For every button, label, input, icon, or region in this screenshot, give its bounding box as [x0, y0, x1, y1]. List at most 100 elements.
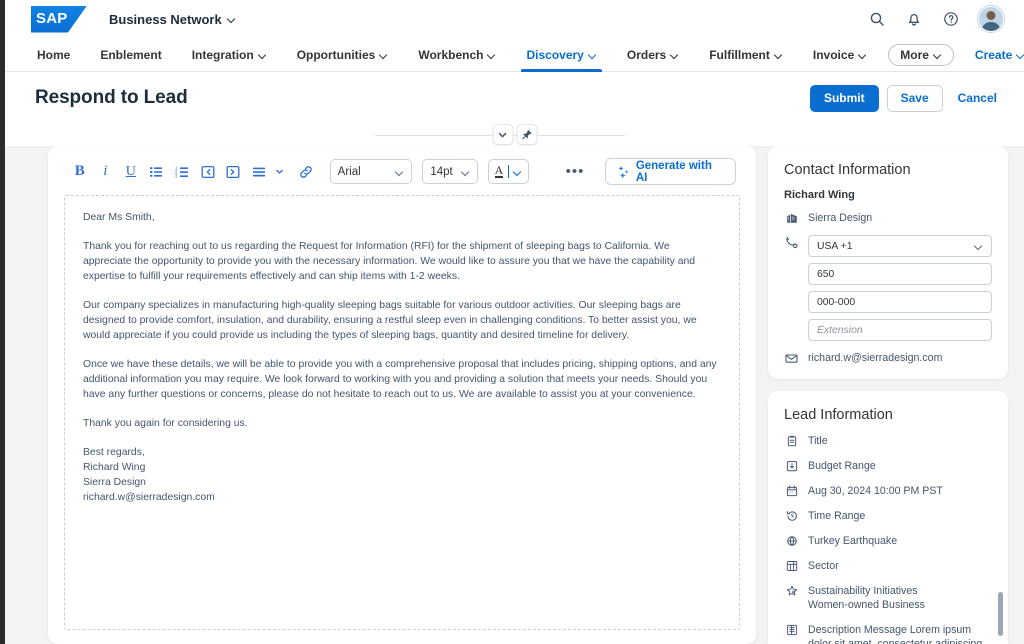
avatar-body	[981, 22, 1001, 31]
nav-item-more[interactable]: More	[888, 43, 954, 66]
top-bar-actions	[867, 6, 1004, 32]
bold-button[interactable]: B	[68, 160, 92, 184]
nav-item-enblement[interactable]: Enblement	[85, 38, 176, 71]
right-rail: Contact Information Richard Wing Sierra …	[768, 146, 1008, 644]
lead-item-text: Budget Range	[808, 460, 876, 472]
sap-logo[interactable]: SAP	[31, 5, 87, 33]
chevron-down-icon	[228, 15, 236, 23]
lead-panel-scrollbar[interactable]	[998, 592, 1003, 636]
italic-button[interactable]: i	[94, 160, 118, 184]
chevron-down-icon	[934, 51, 942, 59]
clock-history-icon	[784, 509, 799, 522]
lead-information-card: Lead Information Title Budget Range Aug …	[768, 391, 1008, 644]
search-icon[interactable]	[867, 9, 887, 29]
lead-items-list: Title Budget Range Aug 30, 2024 10:00 PM…	[784, 434, 992, 644]
collapse-header-button[interactable]	[492, 124, 513, 145]
bulleted-list-icon[interactable]	[145, 160, 169, 184]
notification-bell-icon[interactable]	[904, 9, 924, 29]
align-icon[interactable]	[247, 160, 271, 184]
chevron-down-icon	[396, 168, 404, 176]
help-icon[interactable]	[941, 9, 961, 29]
lead-item-text: Turkey Earthquake	[808, 535, 898, 547]
phone-number-input[interactable]: 000-000	[808, 291, 992, 313]
app-shell: SAP Business Network Home Enblement Inte…	[5, 0, 1024, 644]
signature-email: richard.w@sierradesign.com	[83, 492, 215, 503]
underline-button[interactable]: U	[119, 160, 143, 184]
text-color-letter: A	[494, 163, 504, 178]
globe-icon	[784, 534, 799, 547]
nav-item-orders[interactable]: Orders	[612, 38, 694, 71]
message-body-editor[interactable]: Dear Ms Smith, Thank you for reaching ou…	[64, 195, 740, 630]
signature-line-1: Best regards,	[83, 447, 145, 458]
cancel-button[interactable]: Cancel	[951, 85, 1004, 112]
nav-item-home[interactable]: Home	[31, 38, 85, 71]
nav-item-integration[interactable]: Integration	[177, 38, 282, 71]
app-name-dropdown[interactable]: Business Network	[109, 12, 236, 27]
contact-email-row: richard.w@sierradesign.com	[784, 351, 992, 365]
chevron-down-icon	[671, 51, 679, 59]
lead-item-text: Aug 30, 2024 10:00 PM PST	[808, 485, 943, 497]
nav-label: Orders	[626, 47, 667, 62]
indent-icon[interactable]	[221, 160, 245, 184]
sustainability-icon	[784, 584, 799, 597]
user-avatar[interactable]	[978, 6, 1004, 32]
contact-company: Sierra Design	[808, 212, 873, 224]
font-size-value: 14pt	[430, 165, 453, 178]
lead-item-event: Turkey Earthquake	[784, 534, 992, 548]
chevron-down-icon	[462, 168, 470, 176]
outdent-icon[interactable]	[196, 160, 220, 184]
submit-button[interactable]: Submit	[809, 84, 879, 112]
nav-item-create[interactable]: Create	[960, 38, 1024, 71]
editor-toolbar: B i U 1 2 3 Arial 14pt A ••• Generate wi…	[62, 158, 742, 195]
nav-item-discovery[interactable]: Discovery	[511, 38, 611, 72]
color-swatch	[508, 165, 510, 178]
toolbar-overflow-button[interactable]: •••	[563, 163, 587, 180]
chevron-down-icon	[514, 168, 522, 176]
nav-label: Home	[37, 47, 71, 62]
contact-phone-row: USA +1 650 000-000 Extension	[784, 235, 992, 341]
nav-label: Fulfillment	[709, 47, 770, 62]
lead-item-text: Sustainability Initiatives Women-owned B…	[808, 585, 925, 611]
body-paragraph-4: Thank you again for considering us.	[83, 418, 248, 429]
lead-item-description: Description Message Lorem ipsum dolor si…	[784, 623, 992, 644]
pin-header-button[interactable]	[516, 124, 537, 145]
chevron-down-icon	[380, 51, 388, 59]
numbered-list-icon[interactable]: 1 2 3	[170, 160, 194, 184]
nav-item-fulfillment[interactable]: Fulfillment	[694, 38, 798, 71]
lead-item-text: Description Message Lorem ipsum dolor si…	[808, 624, 983, 644]
area-code-value: 650	[817, 268, 835, 280]
nav-item-opportunities[interactable]: Opportunities	[282, 38, 404, 71]
nav-item-workbench[interactable]: Workbench	[403, 38, 511, 71]
align-dropdown-caret[interactable]	[272, 160, 286, 184]
nav-item-invoice[interactable]: Invoice	[798, 38, 882, 71]
avatar-head	[986, 11, 996, 20]
chevron-down-icon	[488, 51, 496, 59]
chevron-down-icon	[859, 51, 867, 59]
sap-logo-text: SAP	[36, 9, 68, 27]
lead-item-text: Time Range	[808, 510, 866, 522]
nav-label: Integration	[191, 47, 254, 62]
contact-company-row: Sierra Design	[784, 211, 992, 225]
contact-name: Richard Wing	[784, 189, 855, 201]
extension-input[interactable]: Extension	[808, 319, 992, 341]
font-size-select[interactable]: 14pt	[422, 159, 478, 184]
nav-label: Discovery	[526, 47, 584, 62]
lead-item-text: Sector	[808, 560, 839, 572]
save-button[interactable]: Save	[886, 84, 943, 112]
body-paragraph-2: Our company specializes in manufacturing…	[83, 300, 697, 341]
extension-placeholder: Extension	[817, 324, 863, 336]
generate-with-ai-button[interactable]: Generate with AI	[604, 158, 737, 185]
lead-item-sector: Sector	[784, 559, 992, 573]
contact-information-card: Contact Information Richard Wing Sierra …	[768, 146, 1008, 379]
lead-item-sustainability: Sustainability Initiatives Women-owned B…	[784, 584, 992, 612]
area-code-input[interactable]: 650	[808, 263, 992, 285]
font-family-select[interactable]: Arial	[329, 159, 413, 184]
country-code-select[interactable]: USA +1	[808, 235, 992, 257]
link-icon[interactable]	[294, 160, 318, 184]
body-greeting: Dear Ms Smith,	[83, 212, 155, 223]
page-title: Respond to Lead	[35, 87, 188, 108]
nav-label: Create	[974, 47, 1013, 62]
lead-information-title: Lead Information	[784, 407, 893, 423]
page-header: Respond to Lead Submit Save Cancel	[5, 72, 1024, 124]
text-color-button[interactable]: A	[487, 159, 530, 184]
